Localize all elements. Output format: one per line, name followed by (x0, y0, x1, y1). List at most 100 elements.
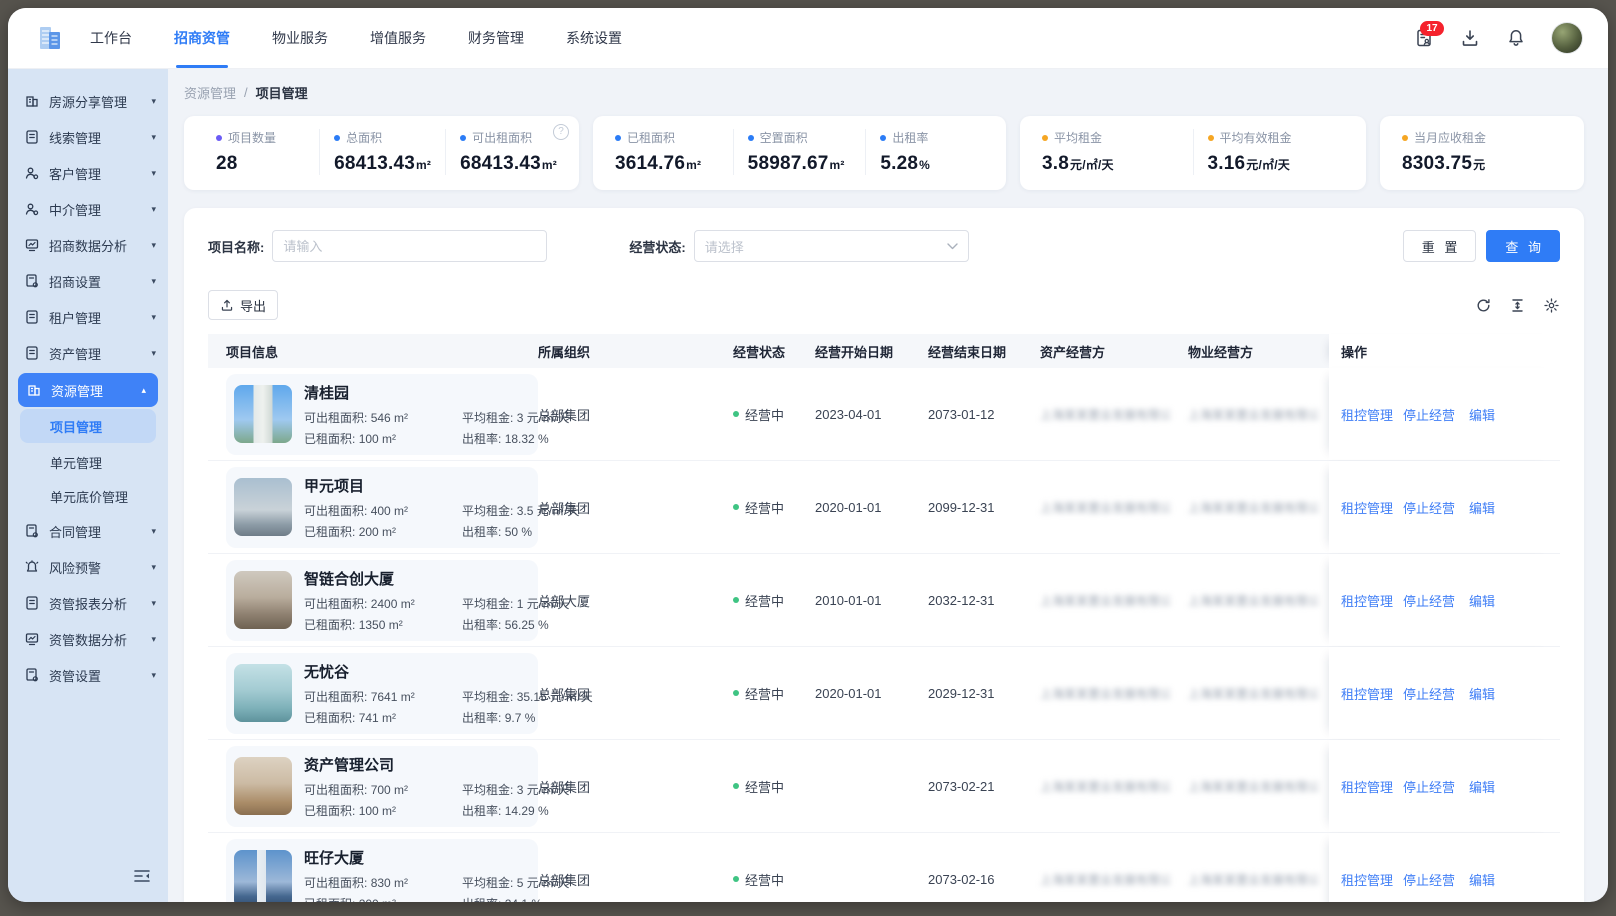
orange-dot (1402, 135, 1408, 141)
edit-link[interactable]: 编辑 (1469, 405, 1495, 424)
sidebar-item-agency[interactable]: 中介管理▾ (8, 191, 168, 227)
end-date-cell: 2073-01-12 (928, 407, 1040, 422)
stop-operating-link[interactable]: 停止经营 (1403, 684, 1455, 703)
stop-operating-link[interactable]: 停止经营 (1403, 870, 1455, 889)
status-cell: 经营中 (733, 777, 815, 796)
project-card[interactable]: 甲元项目 可出租面积: 400 m² 平均租金: 3.5 元/㎡/天 已租面积:… (226, 467, 538, 548)
sidebar-item-bid-data-analysis[interactable]: 招商数据分析▾ (8, 227, 168, 263)
project-name[interactable]: 甲元项目 (304, 475, 579, 496)
status-cell: 经营中 (733, 870, 815, 889)
chevron-down-icon: ▾ (151, 349, 156, 358)
tab-value-added-service[interactable]: 增值服务 (370, 8, 426, 68)
project-name[interactable]: 资产管理公司 (304, 754, 569, 775)
sidebar-item-bid-settings[interactable]: 招商设置▾ (8, 263, 168, 299)
blurred-company-text: 上海某某置业发展有限公司 (1040, 778, 1170, 795)
sidebar-item-house-share[interactable]: 房源分享管理▾ (8, 83, 168, 119)
project-name[interactable]: 清桂园 (304, 382, 569, 403)
blurred-company-text: 上海某某置业发展有限公司 (1188, 499, 1318, 516)
org-cell: 总部集团 (538, 777, 733, 796)
table-row: 清桂园 可出租面积: 546 m² 平均租金: 3 元/㎡/天 已租面积: 10… (208, 368, 1560, 461)
sidebar-item-resource[interactable]: 资源管理▴ (18, 373, 158, 407)
chevron-down-icon: ▾ (151, 169, 156, 178)
table-header: 项目信息 所属组织 经营状态 经营开始日期 经营结束日期 资产经营方 物业经营方… (208, 334, 1560, 368)
project-card[interactable]: 资产管理公司 可出租面积: 700 m² 平均租金: 3 元/㎡/天 已租面积:… (226, 746, 538, 827)
tab-property-service[interactable]: 物业服务 (272, 8, 328, 68)
project-card[interactable]: 清桂园 可出租面积: 546 m² 平均租金: 3 元/㎡/天 已租面积: 10… (226, 374, 538, 455)
sidebar-item-customer[interactable]: 客户管理▾ (8, 155, 168, 191)
bell-icon[interactable] (1506, 28, 1526, 48)
contract-icon (24, 523, 40, 539)
sidebar-item-asset-settings[interactable]: 资管设置▾ (8, 657, 168, 693)
stop-operating-link[interactable]: 停止经营 (1403, 405, 1455, 424)
edit-link[interactable]: 编辑 (1469, 591, 1495, 610)
edit-link[interactable]: 编辑 (1469, 684, 1495, 703)
rent-control-link[interactable]: 租控管理 (1341, 405, 1393, 424)
project-name[interactable]: 智链合创大厦 (304, 568, 569, 589)
status-dot (733, 411, 739, 417)
project-photo (234, 571, 292, 629)
tab-system-settings[interactable]: 系统设置 (566, 8, 622, 68)
edit-link[interactable]: 编辑 (1469, 870, 1495, 889)
asset-operator-cell: 上海某某置业发展有限公司 (1040, 406, 1188, 423)
sidebar-subitem-project-management[interactable]: 项目管理 (20, 409, 156, 443)
project-card[interactable]: 旺仔大厦 可出租面积: 830 m² 平均租金: 5 元/㎡/天 已租面积: 2… (226, 839, 538, 903)
project-card[interactable]: 无忧谷 可出租面积: 7641 m² 平均租金: 35.15 元/㎡/天 已租面… (226, 653, 538, 734)
sidebar-item-clue[interactable]: 线索管理▾ (8, 119, 168, 155)
app-logo-icon[interactable] (34, 22, 66, 54)
tab-leasing-asset[interactable]: 招商资管 (174, 8, 230, 68)
project-name[interactable]: 旺仔大厦 (304, 847, 569, 868)
sidebar-item-contract[interactable]: 合同管理▾ (8, 513, 168, 549)
rent-control-link[interactable]: 租控管理 (1341, 777, 1393, 796)
sidebar-item-asset[interactable]: 资产管理▾ (8, 335, 168, 371)
chart-icon (24, 631, 40, 647)
status-cell: 经营中 (733, 591, 815, 610)
sidebar-item-data-analysis[interactable]: 资管数据分析▾ (8, 621, 168, 657)
stat-card-receivable: 当月应收租金 8303.75元 (1380, 116, 1584, 190)
sidebar-item-report-analysis[interactable]: 资管报表分析▾ (8, 585, 168, 621)
search-button[interactable]: 查 询 (1486, 230, 1560, 262)
approval-doc-icon[interactable]: 17 (1414, 28, 1434, 48)
help-icon[interactable]: ? (553, 124, 569, 140)
blurred-company-text: 上海某某置业发展有限公司 (1188, 778, 1318, 795)
project-name-input[interactable] (272, 230, 547, 262)
stop-operating-link[interactable]: 停止经营 (1403, 777, 1455, 796)
rent-control-link[interactable]: 租控管理 (1341, 870, 1393, 889)
row-height-icon[interactable] (1509, 297, 1526, 314)
stat-occupancy-rate: 出租率 5.28% (865, 129, 998, 175)
chevron-down-icon: ▾ (151, 313, 156, 322)
edit-link[interactable]: 编辑 (1469, 498, 1495, 517)
sidebar-item-risk[interactable]: 风险预警▾ (8, 549, 168, 585)
project-photo (234, 478, 292, 536)
end-date-cell: 2073-02-16 (928, 872, 1040, 887)
export-button[interactable]: 导出 (208, 290, 278, 320)
column-settings-icon[interactable] (1543, 297, 1560, 314)
blue-dot (334, 135, 340, 141)
rent-control-link[interactable]: 租控管理 (1341, 684, 1393, 703)
edit-link[interactable]: 编辑 (1469, 777, 1495, 796)
sidebar-subitem-unit-management[interactable]: 单元管理 (8, 445, 168, 479)
tab-workbench[interactable]: 工作台 (90, 8, 132, 68)
export-icon (220, 298, 234, 312)
clue-icon (24, 129, 40, 145)
reset-button[interactable]: 重 置 (1403, 230, 1477, 262)
sidebar-subitem-unit-floor-price[interactable]: 单元底价管理 (8, 479, 168, 513)
status-dot (733, 504, 739, 510)
sidebar-item-tenant[interactable]: 租户管理▾ (8, 299, 168, 335)
tab-finance[interactable]: 财务管理 (468, 8, 524, 68)
refresh-icon[interactable] (1475, 297, 1492, 314)
table-row: 旺仔大厦 可出租面积: 830 m² 平均租金: 5 元/㎡/天 已租面积: 2… (208, 833, 1560, 902)
start-date-cell: 2020-01-01 (815, 500, 928, 515)
menu-fold-icon[interactable] (132, 866, 152, 886)
operating-status-select[interactable]: 请选择 (694, 230, 969, 262)
user-avatar[interactable] (1552, 23, 1582, 53)
rent-control-link[interactable]: 租控管理 (1341, 591, 1393, 610)
stop-operating-link[interactable]: 停止经营 (1403, 591, 1455, 610)
project-name[interactable]: 无忧谷 (304, 661, 593, 682)
project-card[interactable]: 智链合创大厦 可出租面积: 2400 m² 平均租金: 1 元/㎡/天 已租面积… (226, 560, 538, 641)
download-center-icon[interactable] (1460, 28, 1480, 48)
actions-cell: 租控管理 停止经营 编辑 (1329, 554, 1560, 646)
breadcrumb-parent[interactable]: 资源管理 (184, 83, 236, 102)
rent-control-link[interactable]: 租控管理 (1341, 498, 1393, 517)
stop-operating-link[interactable]: 停止经营 (1403, 498, 1455, 517)
app-window: 工作台 招商资管 物业服务 增值服务 财务管理 系统设置 17 房源分享管理▾ (8, 8, 1608, 902)
